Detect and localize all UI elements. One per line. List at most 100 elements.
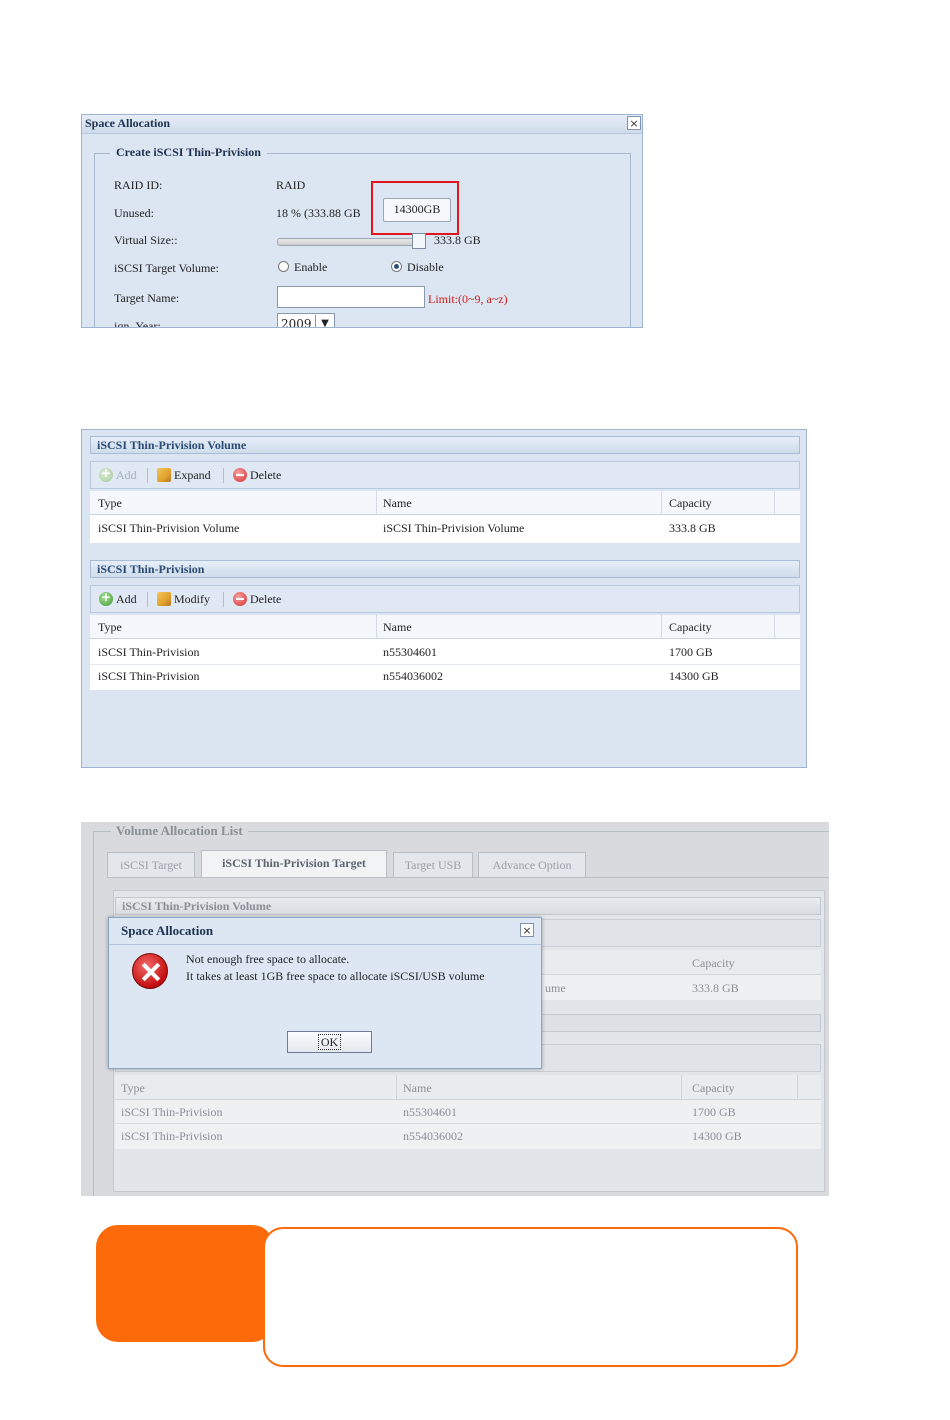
virtual-size-slider[interactable]	[277, 238, 419, 246]
column-header-type[interactable]: Type	[98, 496, 122, 511]
cell-name: n55304601	[383, 645, 437, 659]
volume-allocation-panel: Volume Allocation List iSCSI Target iSCS…	[81, 822, 829, 1196]
add-button[interactable]: Add	[99, 590, 137, 607]
delete-button[interactable]: Delete	[233, 592, 281, 607]
target-name-label: Target Name:	[114, 291, 180, 305]
section-header-volume: iSCSI Thin-Privision Volume	[90, 436, 800, 454]
virtual-size-value: 333.8 GB	[434, 233, 481, 247]
column-divider	[774, 615, 775, 639]
column-divider	[661, 491, 662, 515]
capacity-button[interactable]: 14300GB	[383, 198, 451, 222]
column-header-name[interactable]: Name	[383, 620, 412, 635]
space-allocation-window: Space Allocation × Create iSCSI Thin-Pri…	[81, 114, 643, 328]
fieldset-legend: Create iSCSI Thin-Privision	[110, 145, 267, 160]
slider-thumb[interactable]	[412, 233, 426, 249]
row-divider	[115, 1123, 821, 1124]
tab-iscsi-thin-privision-target[interactable]: iSCSI Thin-Privision Target	[201, 850, 387, 877]
toolbar-divider	[147, 592, 148, 607]
provision-grid: Type Name Capacity iSCSI Thin-Privision …	[115, 1075, 821, 1149]
cell-type: iSCSI Thin-Privision	[121, 1105, 223, 1119]
iqn-year-label: iqn_Year:	[114, 319, 161, 328]
iqn-year-value: 2009	[281, 317, 312, 328]
provision-grid: Type Name Capacity iSCSI Thin-Privision …	[90, 615, 800, 690]
provision-toolbar: Add Modify Delete	[90, 585, 800, 613]
error-dialog: Space Allocation × Not enough free space…	[108, 917, 542, 1069]
toolbar-divider	[147, 468, 148, 483]
column-divider	[376, 491, 377, 515]
volume-grid: Type Name Capacity iSCSI Thin-Privision …	[90, 491, 800, 543]
column-header-name[interactable]: Name	[403, 1081, 432, 1096]
virtual-size-label: Virtual Size::	[114, 233, 178, 247]
pencil-icon	[157, 592, 171, 606]
cell-name: n554036002	[403, 1129, 463, 1143]
iqn-year-select[interactable]: 2009 ▼	[277, 313, 335, 328]
tab-advance-option[interactable]: Advance Option	[478, 852, 586, 877]
column-header-capacity[interactable]: Capacity	[692, 1081, 735, 1096]
column-divider	[376, 615, 377, 639]
column-divider	[661, 615, 662, 639]
window-title: Space Allocation	[85, 116, 171, 130]
delete-button[interactable]: Delete	[233, 468, 281, 483]
cell-name: iSCSI Thin-Privision Volume	[383, 521, 525, 535]
cell-name: n55304601	[403, 1105, 457, 1119]
cell-capacity: 333.8 GB	[669, 521, 716, 535]
row-divider	[90, 664, 800, 665]
cell-capacity: 14300 GB	[692, 1129, 742, 1143]
column-header-type[interactable]: Type	[98, 620, 122, 635]
enable-label: Enable	[294, 260, 328, 274]
target-name-input[interactable]	[277, 286, 425, 308]
add-icon	[99, 466, 113, 482]
cell-capacity: 14300 GB	[669, 669, 719, 683]
section-header-provision: iSCSI Thin-Privision	[90, 560, 800, 578]
cell-type: iSCSI Thin-Privision	[98, 645, 200, 659]
enable-radio[interactable]	[278, 261, 289, 272]
limit-hint: Limit:(0~9, a~z)	[428, 292, 508, 306]
chevron-down-icon[interactable]: ▼	[315, 315, 334, 327]
window-titlebar: Space Allocation ×	[82, 115, 642, 134]
tab-strip-line	[107, 877, 829, 878]
dialog-title: Space Allocation	[121, 923, 214, 938]
cell-type: iSCSI Thin-Privision	[98, 669, 200, 683]
allocation-legend: Volume Allocation List	[111, 823, 248, 839]
add-button[interactable]: Add	[99, 466, 137, 483]
close-icon[interactable]: ×	[627, 116, 641, 130]
expand-button[interactable]: Expand	[157, 468, 211, 483]
column-header-capacity[interactable]: Capacity	[669, 620, 712, 635]
column-divider	[774, 491, 775, 515]
cell-capacity: 1700 GB	[669, 645, 713, 659]
cell-name: n554036002	[383, 669, 443, 683]
pencil-icon	[157, 468, 171, 482]
close-icon[interactable]: ×	[520, 923, 534, 937]
thin-provision-panel: iSCSI Thin-Privision Volume Add Expand D…	[81, 429, 807, 768]
column-header-name[interactable]: Name	[383, 496, 412, 511]
unused-label: Unused:	[114, 206, 154, 220]
ok-button[interactable]: OK	[287, 1031, 372, 1053]
modify-button[interactable]: Modify	[157, 592, 210, 607]
column-header-type[interactable]: Type	[121, 1081, 145, 1096]
raid-id-label: RAID ID:	[114, 178, 163, 192]
dialog-message-line2: It takes at least 1GB free space to allo…	[186, 969, 485, 983]
delete-icon	[233, 468, 247, 482]
note-tab	[96, 1225, 274, 1342]
toolbar-divider	[223, 468, 224, 483]
column-divider	[396, 1075, 397, 1099]
cell-name-fragment: ume	[545, 981, 566, 995]
dialog-title-divider	[109, 944, 541, 945]
column-divider	[797, 1075, 798, 1099]
dialog-message-line1: Not enough free space to allocate.	[186, 952, 350, 966]
unused-value: 18 % (333.88 GB	[276, 206, 361, 220]
column-header-capacity[interactable]: Capacity	[669, 496, 712, 511]
section-header-volume: iSCSI Thin-Privision Volume	[115, 897, 821, 915]
column-header-capacity[interactable]: Capacity	[692, 956, 735, 971]
cell-capacity: 1700 GB	[692, 1105, 736, 1119]
iscsi-target-volume-label: iSCSI Target Volume:	[114, 261, 219, 275]
add-icon	[99, 590, 113, 606]
disable-label: Disable	[407, 260, 444, 274]
note-box	[263, 1227, 798, 1367]
cell-type: iSCSI Thin-Privision Volume	[98, 521, 240, 535]
error-icon	[132, 953, 168, 989]
delete-icon	[233, 592, 247, 606]
tab-iscsi-target[interactable]: iSCSI Target	[107, 852, 195, 877]
tab-target-usb[interactable]: Target USB	[393, 852, 473, 877]
disable-radio[interactable]	[391, 261, 402, 272]
